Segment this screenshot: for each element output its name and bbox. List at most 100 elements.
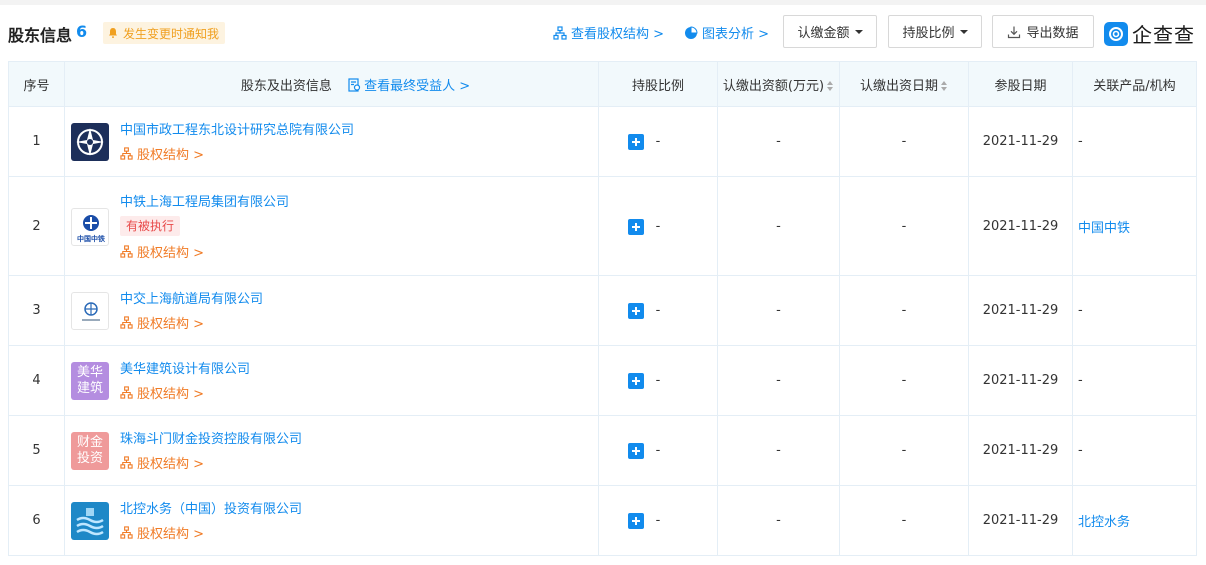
notify-label: 发生变更时通知我 (123, 26, 220, 41)
company-name-link[interactable]: 北控水务（中国）投资有限公司 (120, 498, 302, 517)
equity-structure-link[interactable]: 股权结构 > (120, 383, 250, 402)
company-logo-text: 财金投资 (76, 435, 103, 466)
join-date-cell: 2021-11-29 (968, 106, 1073, 177)
related-product-link: - (1078, 373, 1083, 388)
company-text-block: 美华建筑设计有限公司股权结构 > (120, 358, 250, 402)
shareholder-info-cell: 中交上海航道局有限公司股权结构 > (64, 275, 644, 346)
related-product-link[interactable]: 北控水务 (1078, 515, 1130, 530)
chevron-down-icon (959, 29, 968, 34)
subscribed-amount-cell: - (717, 176, 840, 276)
related-product-cell: - (1072, 275, 1197, 346)
expand-plus-icon[interactable] (628, 134, 644, 150)
company-name-link[interactable]: 中铁上海工程局集团有限公司 (120, 191, 289, 210)
equity-structure-link[interactable]: 股权结构 > (120, 144, 354, 163)
col-header-date[interactable]: 认缴出资日期 (839, 61, 969, 107)
subscribed-amount-cell: - (717, 345, 840, 416)
company-name-link[interactable]: 珠海斗门财金投资控股有限公司 (120, 428, 302, 447)
col-header-date-label: 认缴出资日期 (859, 78, 938, 94)
cccc-emblem-icon (82, 302, 100, 321)
table-row: 6 北控水务（中国）投资有限公司 股权结构 > - - -2021-11-29 北控水务 (8, 485, 1197, 556)
structure-icon (553, 25, 567, 40)
equity-structure-link[interactable]: 股权结构 > (120, 523, 302, 542)
company-text-block: 中交上海航道局有限公司股权结构 > (120, 288, 263, 332)
expand-plus-icon[interactable] (628, 443, 644, 459)
subscribed-date-cell: - (839, 106, 969, 177)
subscribed-amount-dropdown[interactable]: 认缴金额 (783, 15, 877, 48)
qichacha-logo: 企查查 (1104, 19, 1195, 48)
join-date-cell: 2021-11-29 (968, 176, 1073, 276)
col-header-ratio: 持股比例 (598, 61, 718, 107)
col-header-index: 序号 (8, 61, 65, 107)
bell-icon (109, 28, 117, 38)
sort-icon (827, 81, 834, 91)
row-index: 5 (8, 415, 65, 486)
equity-link-label: 股权结构 > (137, 387, 205, 402)
structure-icon (120, 316, 133, 329)
company-logo (71, 292, 109, 330)
equity-structure-link[interactable]: 股权结构 > (120, 313, 263, 332)
company-name-link[interactable]: 中国市政工程东北设计研究总院有限公司 (120, 119, 354, 138)
expand-plus-icon[interactable] (628, 513, 644, 529)
view-beneficiary-link[interactable]: 查看最终受益人 > (348, 77, 470, 94)
structure-icon (120, 147, 133, 160)
share-ratio-cell: - (598, 176, 718, 276)
shareholder-info-cell: 财金投资 珠海斗门财金投资控股有限公司股权结构 > (64, 415, 644, 486)
subscribed-date-cell: - (839, 345, 969, 416)
row-index: 4 (8, 345, 65, 416)
risk-tag[interactable]: 有被执行 (120, 216, 181, 236)
expand-plus-icon[interactable] (628, 373, 644, 389)
join-date-cell: 2021-11-29 (968, 345, 1073, 416)
equity-structure-link[interactable]: 股权结构 > (120, 453, 302, 472)
equity-link-label: 股权结构 > (137, 457, 205, 472)
table-row: 4 美华建筑 美华建筑设计有限公司 股权结构 > - - -2021-11-29- (8, 345, 1197, 416)
related-product-link: - (1078, 443, 1083, 458)
table-row: 2 中国中铁 中铁上海工程局集团有限公司 有被执行 股权结构 > - - -2021-11-2… (8, 176, 1197, 276)
related-product-cell: 中国中铁 (1072, 176, 1197, 276)
equity-structure-link[interactable]: 股权结构 > (120, 242, 289, 261)
notify-button[interactable]: 发生变更时通知我 (103, 22, 226, 44)
col-header-join: 参股日期 (968, 61, 1073, 107)
col-header-info-label: 股东及出资信息 (240, 78, 332, 94)
company-logo (71, 502, 109, 540)
company-text-block: 中国市政工程东北设计研究总院有限公司 股权结构 > (120, 119, 354, 163)
company-logo-text: 美华建筑 (76, 365, 103, 396)
equity-link-label: 股权结构 > (137, 527, 205, 542)
share-ratio-dropdown[interactable]: 持股比例 (888, 15, 982, 48)
share-ratio-cell: - (598, 415, 718, 486)
chart-analysis-link[interactable]: 图表分析 > (684, 23, 769, 42)
expand-plus-icon[interactable] (628, 303, 644, 319)
row-index: 1 (8, 106, 65, 177)
company-text-block: 中铁上海工程局集团有限公司 有被执行股权结构 > (120, 191, 289, 261)
export-label: 导出数据 (1026, 26, 1079, 41)
share-ratio-cell: - (598, 106, 718, 177)
sort-icon (941, 81, 948, 91)
table-row: 5 财金投资 珠海斗门财金投资控股有限公司 股权结构 > - - -2021-11-29- (8, 415, 1197, 486)
view-equity-structure-link[interactable]: 查看股权结构 > (553, 23, 664, 42)
subscribed-date-cell: - (839, 485, 969, 556)
table-header-row: 序号 股东及出资信息 查看最终受益人 > 持股比例 认缴出资额(万元) 认缴出资… (8, 61, 1197, 107)
related-product-link: - (1078, 303, 1083, 318)
company-logo: 财金投资 (71, 432, 109, 470)
company-name-link[interactable]: 美华建筑设计有限公司 (120, 358, 250, 377)
related-product-cell: 北控水务 (1072, 485, 1197, 556)
download-icon (1008, 26, 1021, 38)
chart-link-label: 图表分析 > (702, 27, 770, 42)
water-icon (76, 508, 104, 536)
company-name-link[interactable]: 中交上海航道局有限公司 (120, 288, 263, 307)
company-text-block: 北控水务（中国）投资有限公司股权结构 > (120, 498, 302, 542)
share-ratio-cell: - (598, 485, 718, 556)
shareholder-info-cell: 美华建筑 美华建筑设计有限公司股权结构 > (64, 345, 644, 416)
subscribed-amount-cell: - (717, 485, 840, 556)
shareholder-count: 6 (76, 22, 88, 41)
equity-link-label: 股权结构 > (137, 317, 205, 332)
expand-plus-icon[interactable] (628, 219, 644, 235)
export-data-button[interactable]: 导出数据 (992, 15, 1094, 48)
chevron-down-icon (854, 29, 863, 34)
shareholder-table: 序号 股东及出资信息 查看最终受益人 > 持股比例 认缴出资额(万元) 认缴出资… (8, 61, 1197, 556)
company-text-block: 珠海斗门财金投资控股有限公司股权结构 > (120, 428, 302, 472)
pie-chart-icon (685, 25, 698, 39)
structure-icon (120, 245, 133, 258)
row-index: 2 (8, 176, 65, 276)
col-header-amount[interactable]: 认缴出资额(万元) (717, 61, 840, 107)
related-product-link[interactable]: 中国中铁 (1078, 221, 1130, 236)
